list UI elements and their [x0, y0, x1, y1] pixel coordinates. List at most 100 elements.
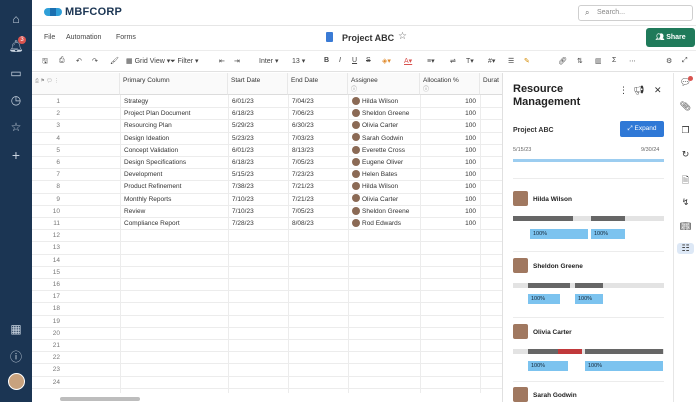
- cell-start[interactable]: 7/28/23: [232, 218, 288, 230]
- settings-icon[interactable]: ⚙: [666, 57, 672, 65]
- cell-alloc[interactable]: 100: [420, 108, 476, 120]
- cell-assignee[interactable]: Olivia Carter: [350, 120, 420, 132]
- cell-task[interactable]: Concept Validation: [124, 145, 228, 157]
- cell-task[interactable]: Product Refinement: [124, 181, 228, 193]
- table-row[interactable]: 12: [32, 230, 502, 243]
- text-format-icon[interactable]: T▾: [466, 57, 474, 65]
- chart-icon[interactable]: ▥: [595, 57, 602, 65]
- underline-icon[interactable]: U: [352, 57, 357, 64]
- table-row[interactable]: 7 Development 5/15/23 7/23/23 Helen Bates 100: [32, 169, 502, 182]
- sort-icon[interactable]: ⇅: [577, 57, 583, 65]
- cell-assignee[interactable]: Sarah Godwin: [350, 133, 420, 145]
- horizontal-scrollbar[interactable]: [60, 397, 140, 401]
- cell-alloc[interactable]: 100: [420, 181, 476, 193]
- cell-end[interactable]: 7/21/23: [292, 194, 348, 206]
- favorite-star-icon[interactable]: ☆: [398, 31, 407, 42]
- proofs-icon[interactable]: ❐: [674, 125, 696, 136]
- cell-start[interactable]: 6/01/23: [232, 96, 288, 108]
- link-icon[interactable]: 🔗︎: [558, 57, 567, 65]
- cell-end[interactable]: 7/21/23: [292, 181, 348, 193]
- cell-alloc[interactable]: 100: [420, 194, 476, 206]
- publish-icon[interactable]: 📖︎: [674, 221, 696, 232]
- cell-assignee[interactable]: Eugene Oliver: [350, 157, 420, 169]
- cell-task[interactable]: Design Specifications: [124, 157, 228, 169]
- cell-task[interactable]: Project Plan Document: [124, 108, 228, 120]
- cell-task[interactable]: Resourcing Plan: [124, 120, 228, 132]
- cell-assignee[interactable]: Sheldon Greene: [350, 206, 420, 218]
- indent-icon[interactable]: ⇤: [219, 57, 225, 65]
- list-icon[interactable]: ☰: [508, 57, 514, 65]
- table-row[interactable]: 5 Concept Validation 6/01/23 8/13/23 Everett…: [32, 145, 502, 157]
- cell-assignee[interactable]: Everette Cross: [350, 145, 420, 157]
- cell-assignee[interactable]: Helen Bates: [350, 169, 420, 181]
- cell-task[interactable]: Compliance Report: [124, 218, 228, 230]
- cell-alloc[interactable]: 100: [420, 96, 476, 108]
- cell-assignee[interactable]: Hilda Wilson: [350, 96, 420, 108]
- table-row[interactable]: 22: [32, 352, 502, 365]
- table-row[interactable]: 15: [32, 267, 502, 279]
- table-row[interactable]: 6 Design Specifications 6/18/23 7/05/23 Euge…: [32, 157, 502, 170]
- table-row[interactable]: 11 Compliance Report 7/28/23 8/08/23 Rod Edw…: [32, 218, 502, 231]
- cell-end[interactable]: 7/04/23: [292, 96, 348, 108]
- cell-start[interactable]: 5/15/23: [232, 169, 288, 181]
- folder-icon[interactable]: ▭: [0, 66, 32, 80]
- table-row[interactable]: 14: [32, 255, 502, 267]
- cell-start[interactable]: 6/18/23: [232, 108, 288, 120]
- cell-start[interactable]: 5/23/23: [232, 133, 288, 145]
- menu-automation[interactable]: Automation: [66, 34, 101, 41]
- print-icon[interactable]: ⎙: [59, 57, 65, 65]
- cell-end[interactable]: 6/30/23: [292, 120, 348, 132]
- cell-assignee[interactable]: Olivia Carter: [350, 194, 420, 206]
- table-row[interactable]: 24: [32, 377, 502, 389]
- apps-grid-icon[interactable]: ▦: [0, 322, 32, 336]
- help-icon[interactable]: ⓘ: [0, 348, 32, 365]
- bell-icon[interactable]: 🔔︎ 3: [0, 36, 32, 53]
- col-allocation[interactable]: Allocation % ⓘ: [420, 73, 480, 95]
- cell-alloc[interactable]: 100: [420, 145, 476, 157]
- align-icon[interactable]: ≡▾: [427, 57, 435, 65]
- strikethrough-icon[interactable]: S: [366, 57, 371, 64]
- fullscreen-icon[interactable]: ⤢: [682, 57, 688, 65]
- col-start-date[interactable]: Start Date: [228, 73, 288, 95]
- cell-alloc[interactable]: 100: [420, 218, 476, 230]
- table-row[interactable]: 19: [32, 316, 502, 328]
- cell-assignee[interactable]: Hilda Wilson: [350, 181, 420, 193]
- star-icon[interactable]: ☆: [0, 120, 32, 134]
- resource-management-icon[interactable]: ☷: [677, 243, 694, 254]
- menu-file[interactable]: File: [44, 34, 55, 41]
- table-row[interactable]: 8 Product Refinement 7/38/23 7/21/23 Hilda W…: [32, 181, 502, 194]
- plus-icon[interactable]: +: [0, 147, 32, 163]
- user-avatar[interactable]: [8, 373, 25, 390]
- cell-task[interactable]: Monthly Reports: [124, 194, 228, 206]
- redo-icon[interactable]: ↷: [92, 57, 98, 65]
- save-icon[interactable]: 🖫︎: [42, 57, 48, 68]
- font-select[interactable]: Inter ▾: [259, 57, 278, 65]
- table-row[interactable]: 4 Design Ideation 5/23/23 7/03/23 Sarah Godw…: [32, 133, 502, 145]
- col-duration[interactable]: Durat: [480, 73, 502, 95]
- number-format-icon[interactable]: #▾: [488, 57, 495, 65]
- grid-view-button[interactable]: ▦ Grid View ▾: [126, 57, 170, 65]
- cell-alloc[interactable]: 100: [420, 206, 476, 218]
- col-assignee[interactable]: Assignee ⓘ: [348, 73, 420, 95]
- cell-alloc[interactable]: 100: [420, 169, 476, 181]
- megaphone-icon[interactable]: 📢︎: [633, 85, 644, 96]
- cell-task[interactable]: Development: [124, 169, 228, 181]
- cell-assignee[interactable]: Sheldon Greene: [350, 108, 420, 120]
- cell-alloc[interactable]: 100: [420, 133, 476, 145]
- cell-alloc[interactable]: 100: [420, 157, 476, 169]
- table-row[interactable]: 13: [32, 242, 502, 255]
- table-row[interactable]: 18: [32, 303, 502, 316]
- attachments-icon[interactable]: 📎︎: [674, 101, 696, 112]
- home-icon[interactable]: ⌂: [0, 12, 32, 26]
- integrations-icon[interactable]: ↯: [674, 197, 696, 208]
- italic-icon[interactable]: I: [339, 57, 341, 64]
- highlight-icon[interactable]: ✎: [524, 57, 530, 65]
- share-button[interactable]: 👥︎ Share: [646, 28, 695, 47]
- expand-button[interactable]: ⤢ Expand: [620, 121, 664, 137]
- cell-task[interactable]: Design Ideation: [124, 133, 228, 145]
- cell-end[interactable]: 7/05/23: [292, 206, 348, 218]
- font-size-select[interactable]: 13 ▾: [292, 57, 305, 65]
- more-tools-icon[interactable]: ⋯: [629, 57, 636, 65]
- table-row[interactable]: 3 Resourcing Plan 5/29/23 6/30/23 Olivia Car…: [32, 120, 502, 133]
- cell-end[interactable]: 7/05/23: [292, 157, 348, 169]
